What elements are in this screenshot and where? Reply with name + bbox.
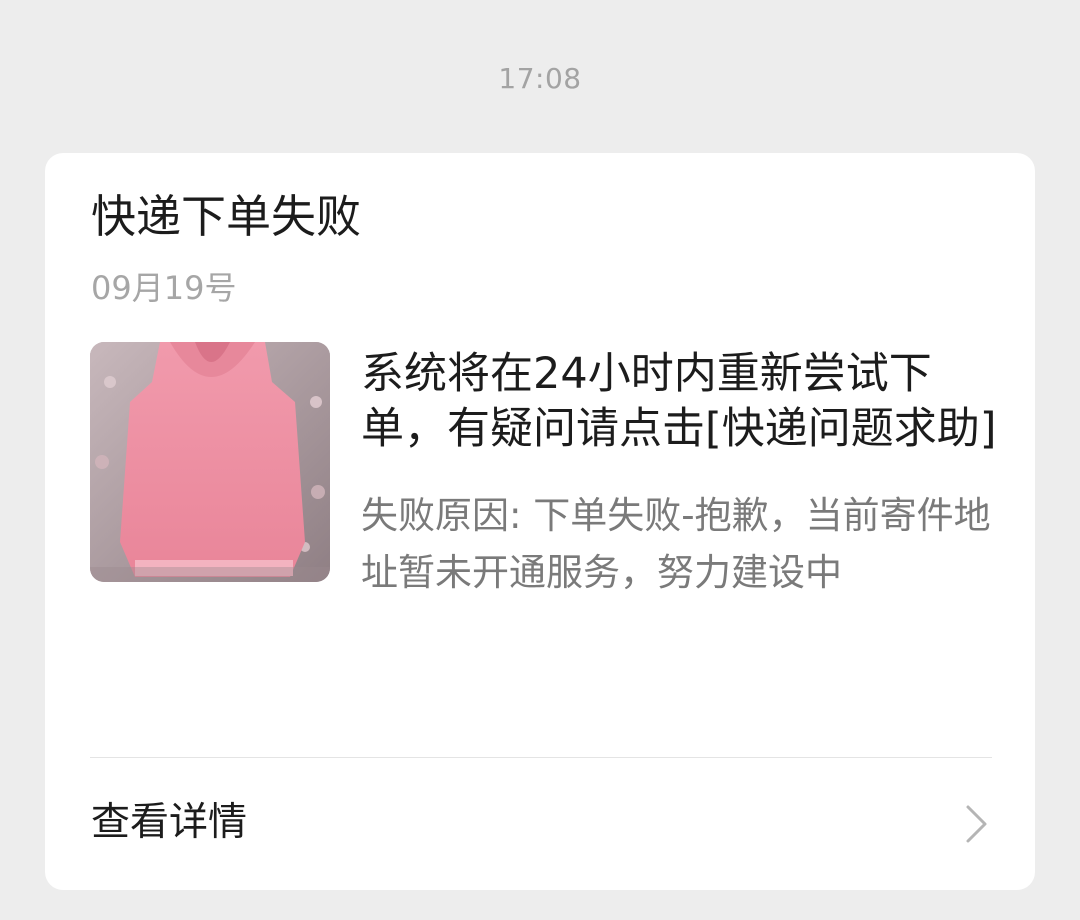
card-title: 快递下单失败	[91, 190, 362, 243]
notification-card[interactable]: 快递下单失败 09月19号 系统将在24小时内重新尝试下单，有疑问请点击[快递问…	[45, 153, 1035, 890]
view-details-row[interactable]: 查看详情	[45, 758, 1035, 890]
notification-message: 系统将在24小时内重新尝试下单，有疑问请点击[快递问题求助]	[361, 349, 997, 454]
message-timestamp: 17:08	[498, 62, 582, 95]
card-date: 09月19号	[91, 269, 237, 307]
view-details-label: 查看详情	[91, 800, 248, 845]
product-thumbnail[interactable]	[90, 342, 330, 582]
failure-reason: 失败原因: 下单失败-抱歉，当前寄件地址暂未开通服务，努力建设中	[361, 494, 991, 594]
hoodie-image-icon	[90, 342, 330, 582]
chevron-right-icon	[966, 805, 987, 843]
